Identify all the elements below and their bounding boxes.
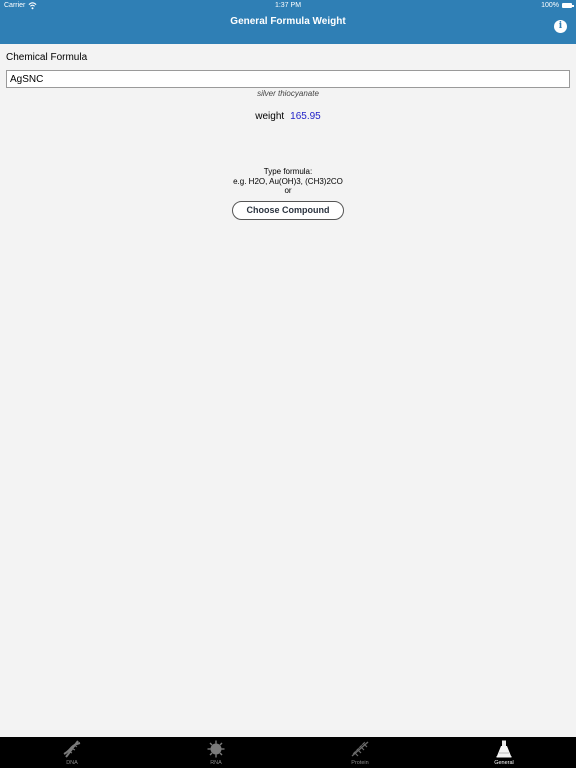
- battery-icon: [562, 3, 574, 8]
- formula-hint: Type formula: e.g. H2O, Au(OH)3, (CH3)2C…: [0, 167, 576, 196]
- compound-name: silver thiocyanate: [257, 89, 319, 98]
- hint-line-3: or: [284, 186, 292, 195]
- tab-bar: DNA RNA Protein General: [0, 737, 576, 768]
- choose-compound-button[interactable]: Choose Compound: [232, 201, 344, 220]
- hint-line-1: Type formula:: [263, 167, 313, 176]
- weight-value: 165.95: [290, 111, 321, 122]
- tab-label-protein: Protein: [351, 760, 369, 766]
- weight-label: weight: [255, 111, 285, 122]
- tab-label-dna: DNA: [66, 760, 78, 766]
- navigation-bar: Carrier 1:37 PM 100% General Formula Wei…: [0, 0, 576, 44]
- tab-label-general: General: [494, 760, 514, 766]
- rna-icon: [207, 740, 225, 758]
- weight-row: weight 165.95: [0, 111, 576, 122]
- flask-icon: [496, 740, 512, 758]
- battery-percentage: 100%: [541, 2, 559, 9]
- tab-rna[interactable]: RNA: [180, 737, 252, 768]
- tab-dna[interactable]: DNA: [36, 737, 108, 768]
- hint-line-2: e.g. H2O, Au(OH)3, (CH3)2CO: [233, 176, 343, 186]
- protein-icon: [351, 741, 369, 757]
- tab-label-rna: RNA: [210, 760, 222, 766]
- dna-icon: [63, 740, 81, 758]
- tab-protein[interactable]: Protein: [324, 737, 396, 768]
- info-icon[interactable]: i: [554, 20, 567, 33]
- page-title: General Formula Weight: [230, 16, 346, 27]
- status-bar: Carrier 1:37 PM 100%: [0, 0, 576, 12]
- tab-general[interactable]: General: [468, 737, 540, 768]
- chemical-formula-label: Chemical Formula: [6, 52, 88, 63]
- status-time: 1:37 PM: [274, 2, 302, 9]
- formula-input[interactable]: [6, 70, 570, 88]
